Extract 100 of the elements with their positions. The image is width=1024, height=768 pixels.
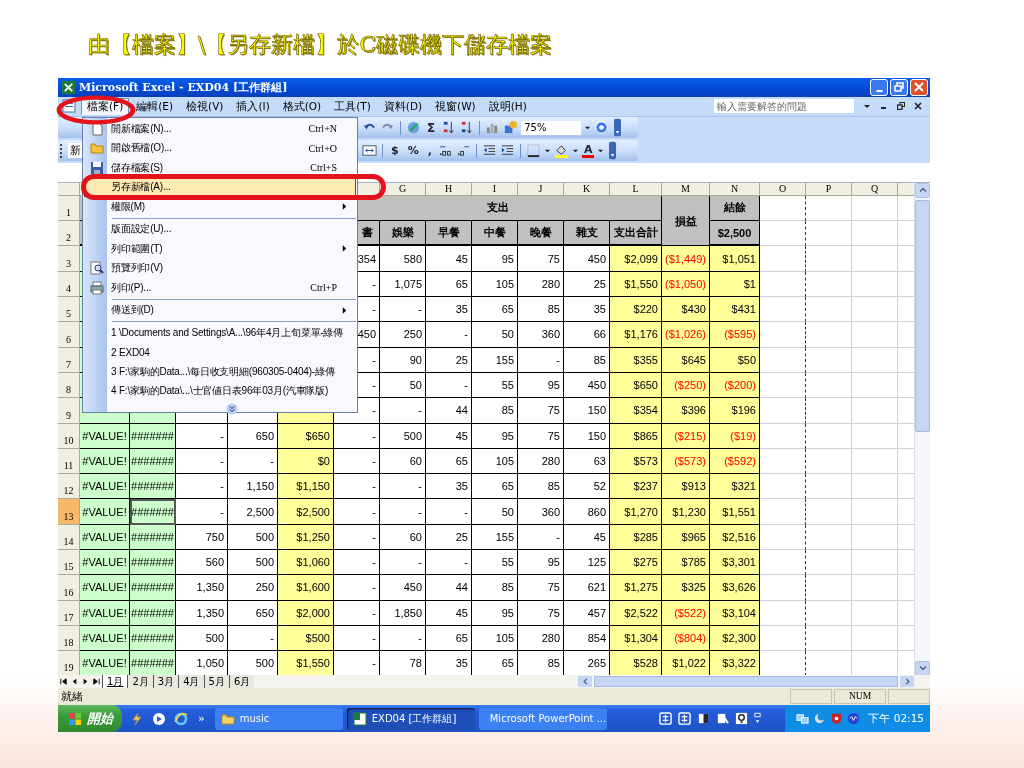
menu-bar-item[interactable]: 編輯(E) xyxy=(130,97,180,115)
scroll-left-button[interactable] xyxy=(578,676,592,688)
scroll-right-button[interactable] xyxy=(900,676,914,688)
close-icon[interactable] xyxy=(914,102,922,111)
browser-icon[interactable] xyxy=(174,711,188,726)
input-method-icon[interactable] xyxy=(678,712,692,725)
row-header[interactable]: 8 xyxy=(58,372,80,399)
wave-badge-icon[interactable] xyxy=(847,712,861,725)
media-player-icon[interactable] xyxy=(152,711,166,726)
taskbar-button[interactable]: music xyxy=(214,707,343,730)
keyboard-pen-icon[interactable] xyxy=(716,712,730,725)
input-method-icon[interactable] xyxy=(659,712,673,725)
row-header[interactable]: 5 xyxy=(58,297,80,323)
sheet-tab[interactable]: 3月 xyxy=(152,675,179,689)
moon-icon[interactable] xyxy=(813,712,827,725)
lightning-icon[interactable] xyxy=(130,711,144,726)
table-cell: ####### xyxy=(130,448,176,475)
row-header[interactable]: 6 xyxy=(58,322,80,348)
table-cell: ($1,026) xyxy=(662,322,710,348)
scroll-down-button[interactable] xyxy=(915,660,930,676)
restore-button[interactable] xyxy=(890,79,908,96)
row-header[interactable]: 7 xyxy=(58,347,80,373)
dropdown-arrow-icon[interactable] xyxy=(571,147,579,155)
dropdown-arrow-icon[interactable] xyxy=(584,124,592,132)
menu-bar-item[interactable]: 插入(I) xyxy=(230,97,276,115)
first-sheet-button[interactable] xyxy=(59,677,68,687)
expand-chevron-icon[interactable] xyxy=(226,403,238,415)
sheet-tab[interactable]: 4月 xyxy=(178,675,204,689)
dropdown-arrow-icon[interactable] xyxy=(543,147,551,155)
row-header[interactable]: 3 xyxy=(58,246,80,272)
last-sheet-button[interactable] xyxy=(92,677,101,687)
row-header[interactable]: 12 xyxy=(58,474,80,500)
table-cell: 45 xyxy=(426,246,472,272)
minimize-button[interactable] xyxy=(870,79,888,96)
half-width-icon[interactable] xyxy=(697,712,711,725)
table-cell: 75 xyxy=(518,246,564,272)
table-cell xyxy=(852,474,898,500)
menu-bar-item[interactable]: 工具(T) xyxy=(328,97,377,115)
close-button[interactable] xyxy=(910,79,928,96)
menu-bar-item[interactable]: 檢視(V) xyxy=(180,97,230,115)
network-icon[interactable] xyxy=(796,712,810,725)
row-header[interactable]: 19 xyxy=(58,651,80,676)
menu-item[interactable]: 儲存檔案(S) Ctrl+S xyxy=(84,158,356,178)
fill-color-icon[interactable] xyxy=(553,143,569,159)
sheet-tab[interactable]: 5月 xyxy=(203,675,229,689)
toolbar-options-icon[interactable] xyxy=(614,118,622,138)
row-header[interactable]: 13 xyxy=(58,499,80,525)
help-icon[interactable] xyxy=(735,712,749,725)
row-header[interactable]: 15 xyxy=(58,550,80,576)
row-header[interactable]: 16 xyxy=(58,575,80,601)
sheet-tab[interactable]: 1月 xyxy=(102,675,128,689)
row-header[interactable]: 2 xyxy=(58,221,80,247)
more-button[interactable]: » xyxy=(198,712,205,725)
increase-decimal-icon[interactable] xyxy=(437,143,453,159)
menu-bar-item[interactable]: 資料(D) xyxy=(377,97,429,115)
table-cell: ($200) xyxy=(710,372,760,399)
row-header[interactable]: 17 xyxy=(58,600,80,626)
table-cell: 75 xyxy=(518,423,564,449)
sheet-tab[interactable]: 6月 xyxy=(228,675,255,689)
toolbar-options-icon[interactable] xyxy=(609,141,617,161)
scrollbar-thumb[interactable] xyxy=(915,199,930,432)
row-header[interactable]: 4 xyxy=(58,271,80,298)
decrease-decimal-icon[interactable] xyxy=(455,143,471,159)
font-color-button[interactable]: A xyxy=(581,143,595,159)
row-header[interactable]: 18 xyxy=(58,625,80,652)
taskbar-button[interactable]: Microsoft PowerPoint ... xyxy=(478,707,607,730)
dropdown-arrow-icon[interactable] xyxy=(863,102,871,111)
drawing-icon[interactable] xyxy=(503,120,519,136)
row-header[interactable]: 1 xyxy=(58,195,80,222)
table-cell: $396 xyxy=(662,398,710,424)
row-header[interactable]: 9 xyxy=(58,398,80,424)
menu-bar-item[interactable]: 格式(O) xyxy=(276,97,328,115)
merge-cells-icon[interactable] xyxy=(362,143,377,159)
table-cell: $965 xyxy=(662,524,710,550)
table-cell: ($522) xyxy=(662,600,710,626)
table-cell xyxy=(760,372,806,399)
borders-icon[interactable] xyxy=(525,143,541,159)
help-search-field[interactable]: 輸入需要解答的問題 xyxy=(714,99,854,114)
start-button[interactable]: 開始 xyxy=(58,705,122,732)
menu-item[interactable]: 開新檔案(N)... Ctrl+N xyxy=(84,119,356,139)
vertical-scrollbar[interactable] xyxy=(914,182,930,676)
format-button[interactable]: % xyxy=(404,142,422,160)
taskbar-button[interactable]: EXD04 [工作群組] xyxy=(346,707,475,730)
restore-icon[interactable] xyxy=(897,102,905,111)
menu-bar-item[interactable]: 說明(H) xyxy=(482,97,533,115)
sheet-tab[interactable]: 2月 xyxy=(127,675,153,689)
table-cell: ####### xyxy=(130,651,176,676)
row-header[interactable]: 14 xyxy=(58,524,80,550)
format-button[interactable]: , xyxy=(424,142,435,160)
format-button[interactable]: $ xyxy=(388,142,402,160)
zoom-field[interactable]: 75% xyxy=(521,120,582,135)
row-header[interactable]: 10 xyxy=(58,423,80,449)
row-header[interactable]: 11 xyxy=(58,448,80,475)
table-cell xyxy=(852,398,898,424)
shield-icon[interactable] xyxy=(830,712,844,725)
next-sheet-button[interactable] xyxy=(81,677,90,687)
autosum-button[interactable]: Σ xyxy=(424,119,439,137)
menu-bar-item[interactable]: 視窗(W) xyxy=(429,97,482,115)
dropdown-arrow-icon[interactable] xyxy=(597,147,605,155)
previous-sheet-button[interactable] xyxy=(70,677,79,687)
